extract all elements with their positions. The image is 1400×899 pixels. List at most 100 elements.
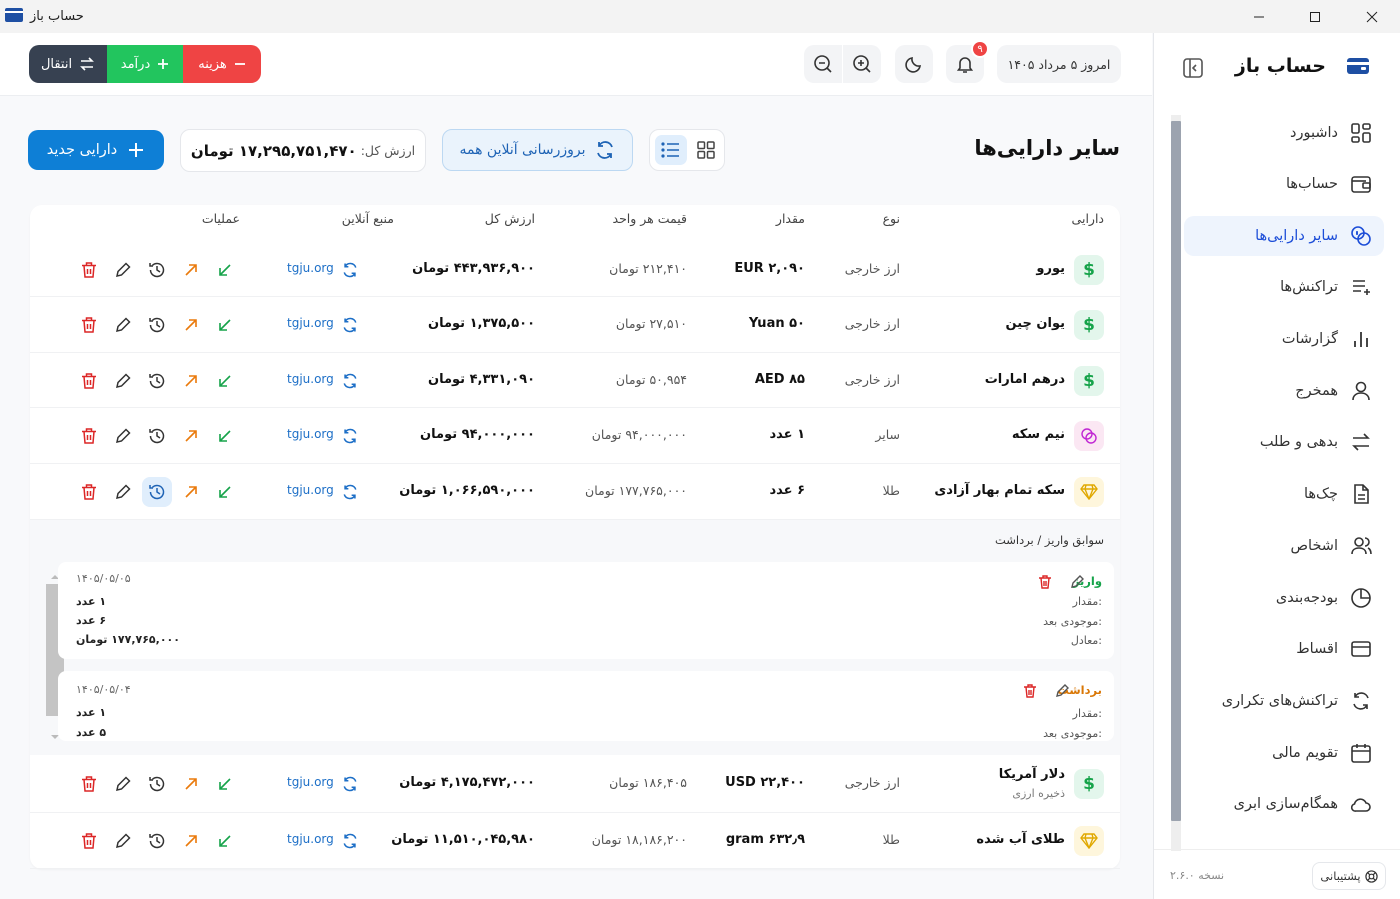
history-icon[interactable]	[142, 366, 172, 396]
refresh-price-icon[interactable]	[335, 477, 365, 507]
sidebar-scrollbar-thumb[interactable]	[1171, 121, 1181, 821]
maximize-button[interactable]	[1287, 0, 1343, 33]
arrow-down-left-icon[interactable]	[210, 310, 240, 340]
arrow-up-right-icon[interactable]	[176, 769, 206, 799]
arrow-down-left-icon[interactable]	[210, 421, 240, 451]
arrow-down-left-icon[interactable]	[210, 477, 240, 507]
arrow-up-right-icon[interactable]	[176, 826, 206, 856]
minimize-button[interactable]	[1231, 0, 1287, 33]
trash-icon[interactable]	[74, 477, 104, 507]
table-row[interactable]: سکه تمام بهار آزادی طلا ۶ عدد ۱۷۷,۷۶۵,۰۰…	[30, 464, 1120, 520]
add-income-button[interactable]: درآمد	[107, 45, 183, 83]
edit-icon[interactable]	[108, 769, 138, 799]
trash-icon[interactable]	[74, 769, 104, 799]
asset-name: یورو	[1036, 261, 1065, 276]
edit-icon[interactable]	[108, 421, 138, 451]
history-icon[interactable]	[142, 310, 172, 340]
history-icon[interactable]	[142, 826, 172, 856]
sidebar-item-reports[interactable]: گزارشات	[1184, 319, 1384, 359]
online-source-link[interactable]: tgju.org	[287, 427, 334, 441]
sidebar-item-accounts[interactable]: حساب‌ها	[1184, 164, 1384, 204]
table-row[interactable]: $ یوان چین ارز خارجی Yuan ۵۰ ۲۷,۵۱۰ توما…	[30, 297, 1120, 353]
refresh-price-icon[interactable]	[335, 310, 365, 340]
online-source-link[interactable]: tgju.org	[287, 261, 334, 275]
history-icon[interactable]	[142, 477, 172, 507]
arrow-up-right-icon[interactable]	[176, 255, 206, 285]
edit-icon[interactable]	[108, 255, 138, 285]
history-icon[interactable]	[142, 421, 172, 451]
add-expense-button[interactable]: هزینه	[183, 45, 261, 83]
online-source-link[interactable]: tgju.org	[287, 832, 334, 846]
trash-icon[interactable]	[74, 421, 104, 451]
sidebar-item-budget[interactable]: بودجه‌بندی	[1184, 578, 1384, 618]
grid-view-button[interactable]	[690, 135, 722, 165]
sidebar-item-transactions[interactable]: تراکنش‌ها	[1184, 267, 1384, 307]
sidebar-collapse-button[interactable]	[1182, 57, 1204, 79]
close-button[interactable]	[1344, 0, 1400, 33]
history-entry-withdraw: برداشت مقدار: موجودی بعد: ۱۴۰۵/۰۵/۰۴ ۱ ع…	[58, 671, 1114, 741]
refresh-price-icon[interactable]	[335, 826, 365, 856]
edit-icon[interactable]	[108, 310, 138, 340]
dark-mode-toggle[interactable]	[895, 45, 933, 83]
plus-icon	[157, 58, 169, 70]
sidebar-item-shared-expense[interactable]: همخرج	[1184, 371, 1384, 411]
online-source-link[interactable]: tgju.org	[287, 372, 334, 386]
sidebar-item-cloud-sync[interactable]: همگام‌سازی ابری	[1184, 784, 1384, 824]
trash-icon[interactable]	[74, 366, 104, 396]
users-icon	[1350, 535, 1372, 557]
total-value: ۱۷,۲۹۵,۷۵۱,۴۷۰ تومان	[190, 141, 357, 160]
sidebar-item-debts[interactable]: بدهی و طلب	[1184, 422, 1384, 462]
support-button[interactable]: پشتیبانی	[1312, 862, 1386, 890]
transfer-button[interactable]: انتقال	[29, 45, 107, 83]
refresh-price-icon[interactable]	[335, 421, 365, 451]
sidebar-item-calendar[interactable]: تقویم مالی	[1184, 733, 1384, 773]
refresh-all-online-button[interactable]: بروزرسانی آنلاین همه	[442, 129, 633, 171]
asset-name: دلار آمریکا	[998, 767, 1065, 782]
table-row[interactable]: $ دلار آمریکا ذخیره ارزی ارز خارجی USD ۲…	[30, 755, 1120, 813]
refresh-price-icon[interactable]	[335, 366, 365, 396]
sidebar-item-cheques[interactable]: چک‌ها	[1184, 474, 1384, 514]
trash-icon[interactable]	[74, 826, 104, 856]
sidebar-item-recurring[interactable]: تراکنش‌های تکراری	[1184, 681, 1384, 721]
online-source-link[interactable]: tgju.org	[287, 483, 334, 497]
table-row[interactable]: نیم سکه سایر ۱ عدد ۹۴,۰۰۰,۰۰۰ تومان ۹۴,۰…	[30, 408, 1120, 464]
edit-icon[interactable]	[108, 826, 138, 856]
asset-amount: gram ۶۳۲٫۹	[725, 832, 805, 847]
edit-icon[interactable]	[108, 477, 138, 507]
online-source-link[interactable]: tgju.org	[287, 775, 334, 789]
column-header-amount: مقدار	[775, 211, 805, 226]
edit-icon[interactable]	[1062, 567, 1092, 597]
sidebar-item-installments[interactable]: اقساط	[1184, 629, 1384, 669]
trash-icon[interactable]	[1030, 567, 1060, 597]
arrow-up-right-icon[interactable]	[176, 366, 206, 396]
trash-icon[interactable]	[74, 310, 104, 340]
arrow-up-right-icon[interactable]	[176, 477, 206, 507]
sidebar-item-other-assets[interactable]: سایر دارایی‌ها	[1184, 216, 1384, 256]
sidebar-item-people[interactable]: اشخاص	[1184, 526, 1384, 566]
history-icon[interactable]	[142, 255, 172, 285]
zoom-out-button[interactable]	[804, 45, 842, 83]
history-icon[interactable]	[142, 769, 172, 799]
trash-icon[interactable]	[1015, 676, 1045, 706]
list-view-button[interactable]	[655, 135, 687, 165]
new-asset-button[interactable]: دارایی جدید	[28, 130, 164, 170]
asset-total-value: ۱,۳۷۵,۵۰۰ تومان	[427, 316, 535, 331]
sidebar-item-dashboard[interactable]: داشبورد	[1184, 113, 1384, 153]
notifications-button[interactable]: ۹	[946, 40, 989, 83]
table-row[interactable]: $ یورو ارز خارجی EUR ۲,۰۹۰ ۲۱۲,۴۱۰ تومان…	[30, 242, 1120, 297]
arrow-down-left-icon[interactable]	[210, 366, 240, 396]
refresh-price-icon[interactable]	[335, 255, 365, 285]
table-row[interactable]: طلای آب شده طلا gram ۶۳۲٫۹ ۱۸,۱۸۶,۲۰۰ تو…	[30, 813, 1120, 869]
arrow-down-left-icon[interactable]	[210, 769, 240, 799]
edit-icon[interactable]	[1047, 676, 1077, 706]
refresh-price-icon[interactable]	[335, 769, 365, 799]
trash-icon[interactable]	[74, 255, 104, 285]
arrow-down-left-icon[interactable]	[210, 255, 240, 285]
arrow-up-right-icon[interactable]	[176, 421, 206, 451]
arrow-down-left-icon[interactable]	[210, 826, 240, 856]
zoom-in-button[interactable]	[843, 45, 881, 83]
online-source-link[interactable]: tgju.org	[287, 316, 334, 330]
arrow-up-right-icon[interactable]	[176, 310, 206, 340]
table-row[interactable]: $ درهم امارات ارز خارجی AED ۸۵ ۵۰,۹۵۴ تو…	[30, 353, 1120, 408]
edit-icon[interactable]	[108, 366, 138, 396]
